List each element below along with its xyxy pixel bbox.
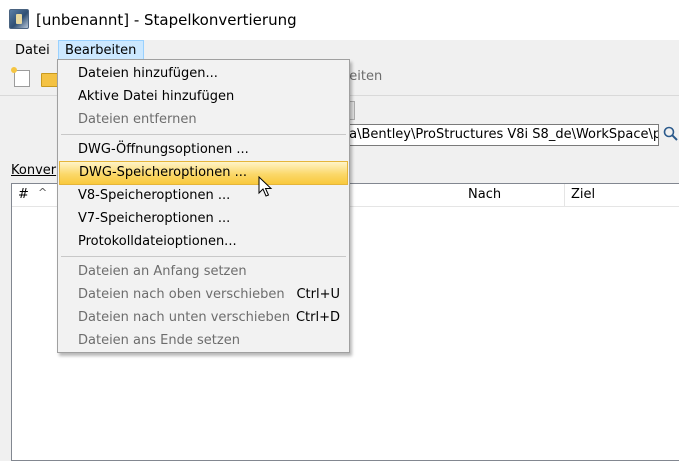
search-icon[interactable] [663, 125, 679, 143]
window-title: [unbenannt] - Stapelkonvertierung [36, 11, 297, 29]
menu-datei[interactable]: Datei [9, 40, 56, 61]
sort-ascending-icon: ^ [38, 186, 48, 199]
menu-item-move-down[interactable]: Dateien nach unten verschieben Ctrl+D [59, 307, 348, 329]
menu-item-label: Dateien ans Ende setzen [78, 333, 240, 348]
menu-item-log-options[interactable]: Protokolldateioptionen... [59, 231, 348, 253]
menu-separator [61, 134, 346, 135]
menu-item-remove-files[interactable]: Dateien entfernen [59, 109, 348, 131]
menu-item-label: Aktive Datei hinzufügen [78, 89, 235, 104]
menu-item-label: V7-Speicheroptionen ... [78, 211, 231, 226]
menu-item-dwg-open-options[interactable]: DWG-Öffnungsoptionen ... [59, 139, 348, 161]
column-number[interactable]: # ^ [12, 184, 62, 206]
menu-item-v8-save-options[interactable]: V8-Speicheroptionen ... [59, 185, 348, 207]
menu-item-label: DWG-Speicheroptionen ... [79, 165, 248, 180]
menu-item-label: Dateien hinzufügen... [78, 66, 218, 81]
menu-item-shortcut: Ctrl+U [296, 287, 340, 302]
menu-item-move-up[interactable]: Dateien nach oben verschieben Ctrl+U [59, 284, 348, 306]
conversion-label: Konver [11, 163, 57, 178]
menu-item-label: DWG-Öffnungsoptionen ... [78, 142, 249, 157]
menu-item-add-active-file[interactable]: Aktive Datei hinzufügen [59, 86, 348, 108]
menu-bearbeiten[interactable]: Bearbeiten [58, 40, 144, 61]
edit-menu-dropdown: Dateien hinzufügen... Aktive Datei hinzu… [57, 59, 350, 353]
menu-bar: Datei Bearbeiten [0, 40, 679, 61]
workspace-path-field[interactable]: ta\Bentley\ProStructures V8i S8_de\WorkS… [341, 124, 659, 146]
app-icon [9, 9, 29, 29]
column-ziel[interactable]: Ziel [565, 184, 679, 206]
menu-item-label: Dateien nach oben verschieben [78, 287, 285, 302]
column-nach[interactable]: Nach [462, 184, 565, 206]
mouse-cursor-icon [258, 175, 274, 198]
menu-item-label: V8-Speicheroptionen ... [78, 188, 231, 203]
column-number-label: # [18, 187, 29, 202]
new-file-icon[interactable] [11, 67, 30, 87]
menu-item-move-to-end[interactable]: Dateien ans Ende setzen [59, 330, 348, 352]
menu-item-label: Protokolldateioptionen... [78, 234, 237, 249]
menu-item-dwg-save-options[interactable]: DWG-Speicheroptionen ... [59, 161, 348, 185]
menu-item-move-to-start[interactable]: Dateien an Anfang setzen [59, 261, 348, 283]
menu-item-add-files[interactable]: Dateien hinzufügen... [59, 63, 348, 85]
menu-item-shortcut: Ctrl+D [295, 310, 340, 325]
menu-item-label: Dateien an Anfang setzen [78, 264, 247, 279]
menu-item-label: Dateien entfernen [78, 112, 197, 127]
menu-item-label: Dateien nach unten verschieben [78, 310, 291, 325]
menu-item-v7-save-options[interactable]: V7-Speicheroptionen ... [59, 208, 348, 230]
menu-separator [61, 256, 346, 257]
